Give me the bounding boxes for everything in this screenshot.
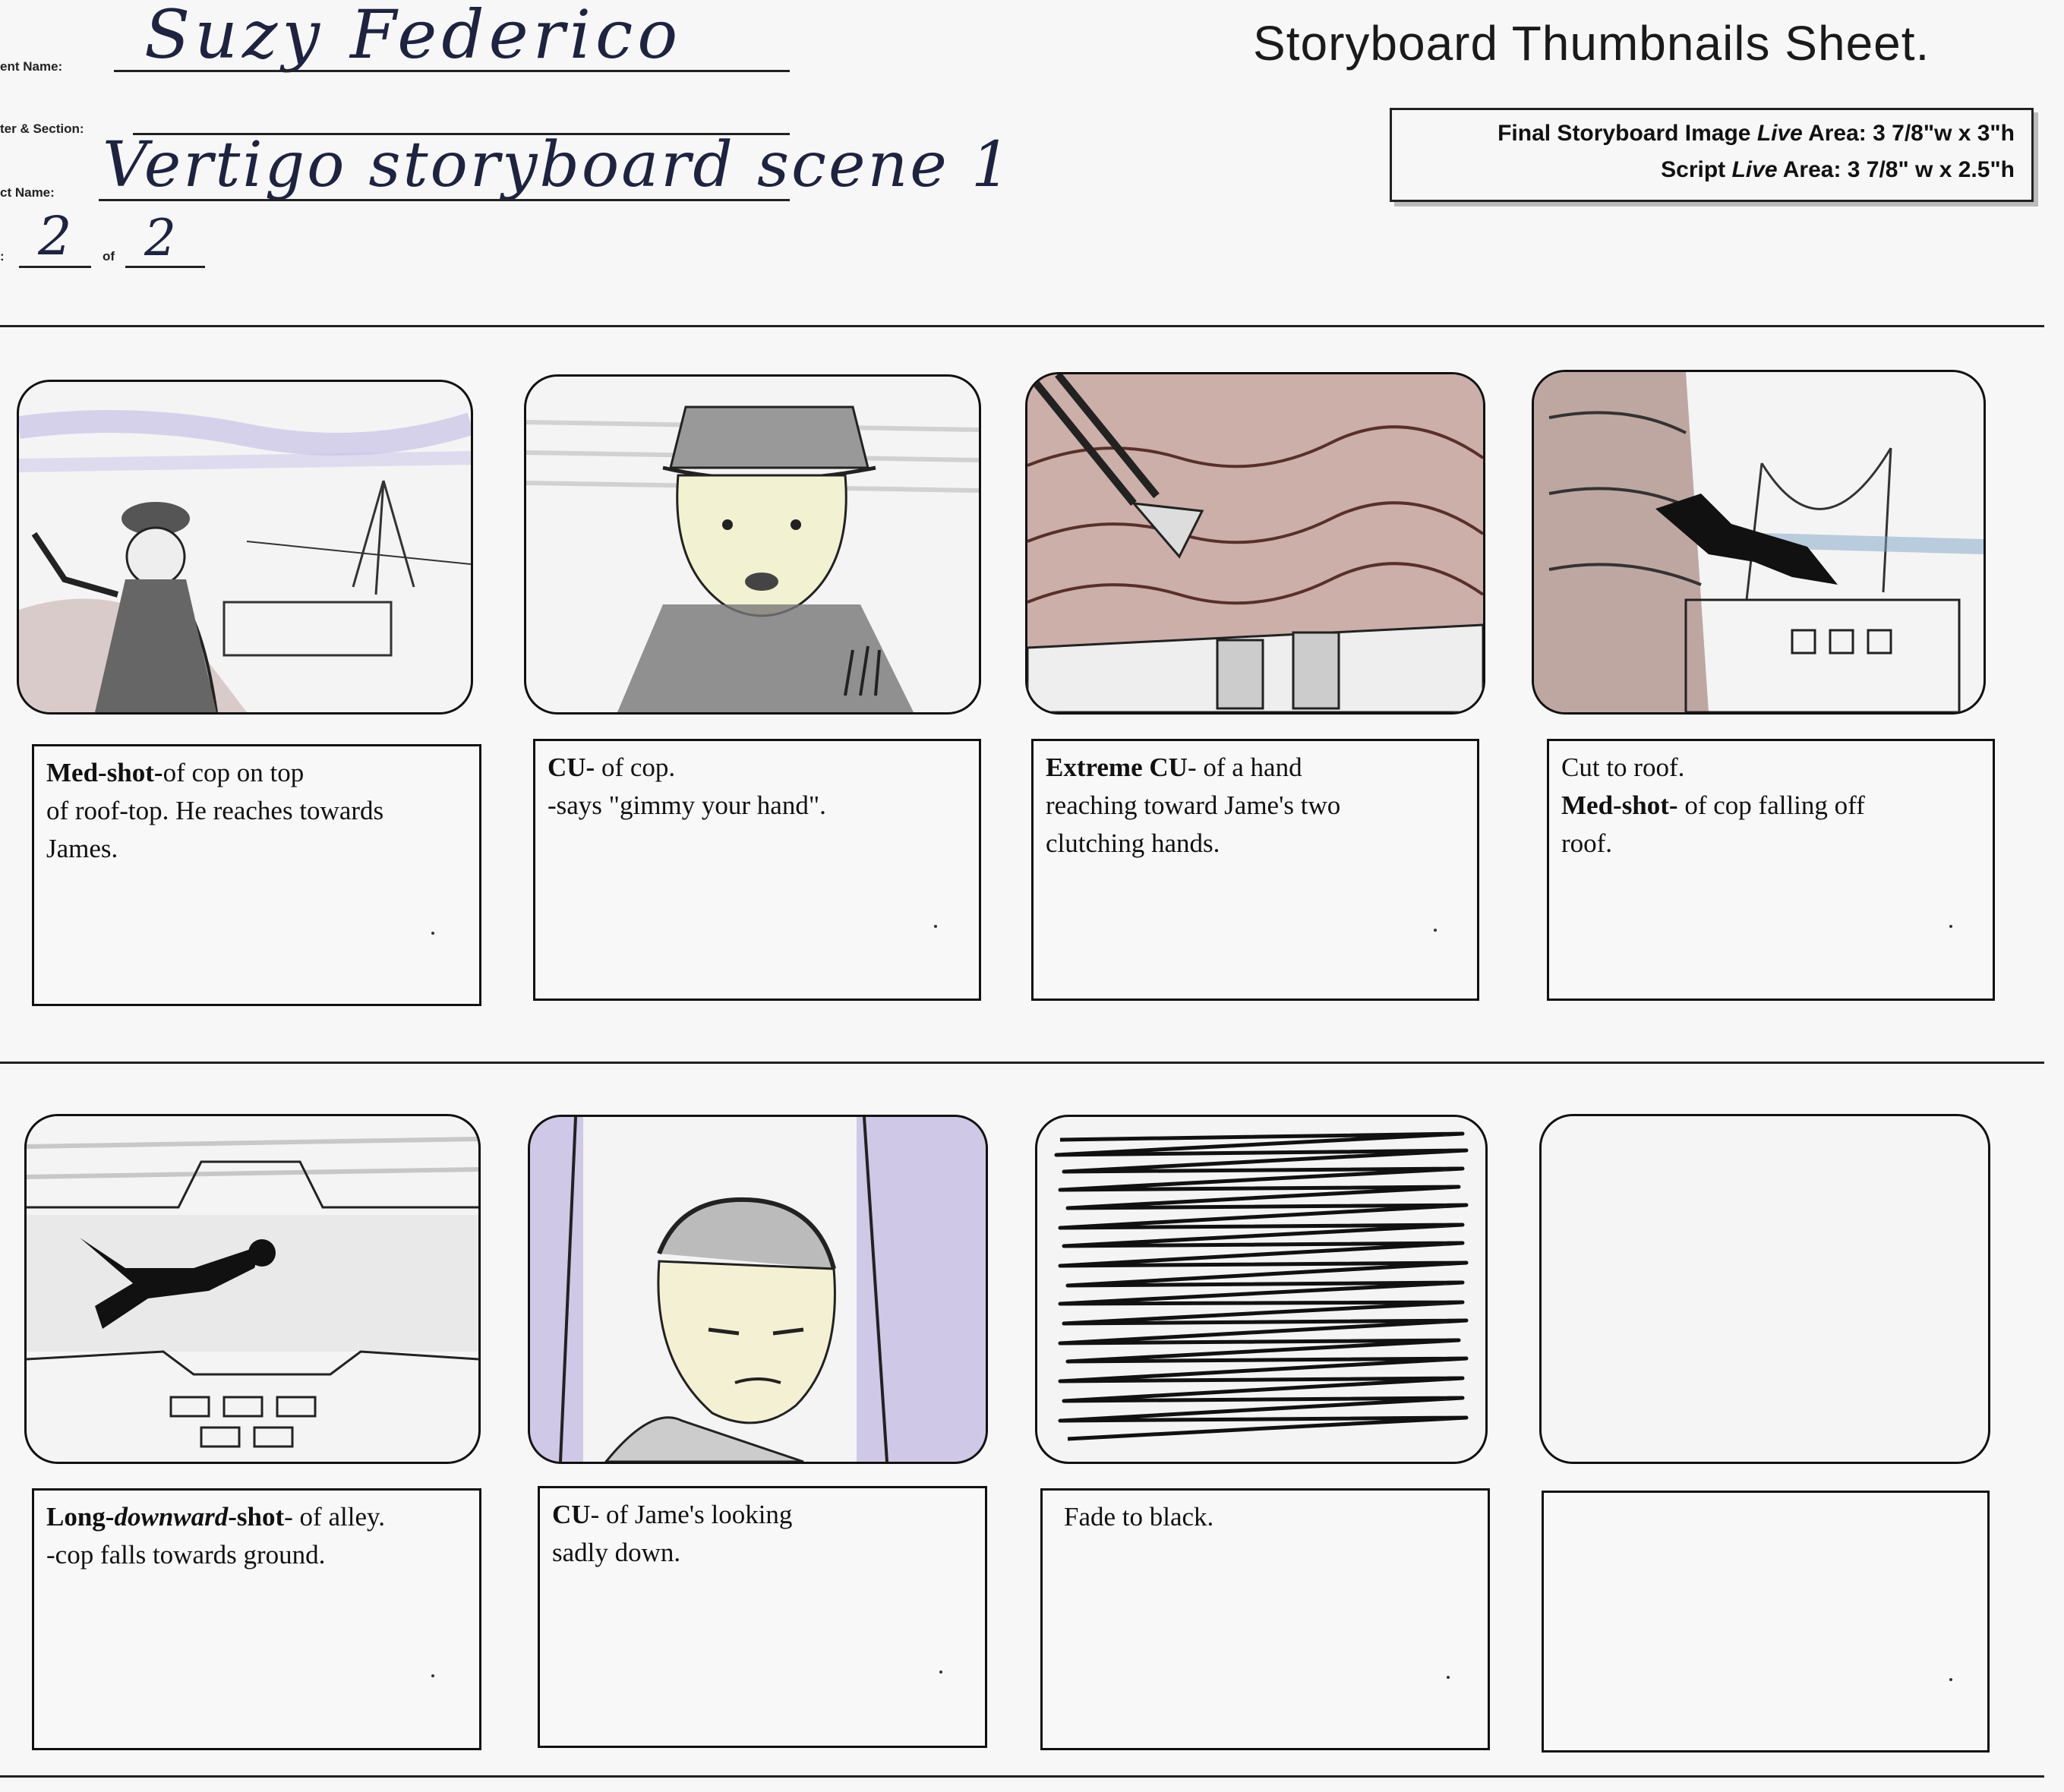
script-live-area: Script Live Area: 3 7/8" w x 2.5"h bbox=[1661, 157, 2015, 182]
panel-5-frame bbox=[24, 1114, 481, 1464]
cop-falling-off-roof-sketch-icon bbox=[1534, 372, 1984, 712]
panel-8-caption bbox=[1542, 1491, 1990, 1753]
live-area-spec-box: Final Storyboard Image Live Area: 3 7/8"… bbox=[1390, 108, 2034, 202]
panel-2-caption: CU- of cop. -says "gimmy your hand". bbox=[533, 739, 981, 1001]
panel-6-caption: CU- of Jame's looking sadly down. bbox=[538, 1486, 987, 1748]
divider-middle bbox=[0, 1062, 2044, 1064]
fade-to-black-scribble-icon bbox=[1054, 1131, 1469, 1441]
hand-reaching-sketch-icon bbox=[1027, 374, 1483, 712]
panel-1-caption: Med-shot-of cop on top of roof-top. He r… bbox=[32, 744, 481, 1006]
scan-dot bbox=[1447, 1676, 1450, 1679]
panel-3-frame bbox=[1025, 372, 1485, 715]
alley-downward-fall-sketch-icon bbox=[27, 1137, 478, 1448]
james-sad-closeup-sketch-icon bbox=[530, 1117, 986, 1462]
project-name-label: ct Name: bbox=[0, 185, 55, 200]
scan-dot bbox=[431, 1674, 434, 1677]
scan-dot bbox=[431, 932, 434, 935]
project-name-underline bbox=[99, 199, 790, 201]
panel-4-caption: Cut to roof. Med-shot- of cop falling of… bbox=[1547, 739, 1995, 1001]
panel-3-caption: Extreme CU- of a hand reaching toward Ja… bbox=[1031, 739, 1479, 1001]
page-total: 2 bbox=[144, 209, 181, 267]
scan-dot bbox=[939, 1671, 942, 1674]
panel-7-caption: Fade to black. bbox=[1040, 1488, 1490, 1750]
sheet-title: Storyboard Thumbnails Sheet. bbox=[1253, 16, 1930, 71]
cop-closeup-sketch-icon bbox=[526, 405, 979, 712]
scan-dot bbox=[934, 925, 937, 928]
panel-2-frame bbox=[524, 374, 981, 715]
page-number: 2 bbox=[38, 205, 77, 267]
student-name-label: ent Name: bbox=[0, 59, 63, 74]
cop-on-rooftop-sketch-icon bbox=[19, 410, 471, 712]
panel-5-caption: Long-downward-shot- of alley. -cop falls… bbox=[32, 1488, 481, 1750]
panel-1-frame bbox=[17, 380, 473, 715]
scan-dot bbox=[1949, 925, 1952, 928]
scan-dot bbox=[1949, 1678, 1952, 1681]
page-number-underline bbox=[19, 266, 91, 268]
student-name-value: Suzy Federico bbox=[144, 0, 683, 74]
scan-dot bbox=[1434, 929, 1437, 932]
panel-8-frame bbox=[1539, 1114, 1990, 1464]
divider-top bbox=[0, 325, 2044, 327]
page-total-underline bbox=[125, 266, 205, 268]
chapter-section-label: ter & Section: bbox=[0, 121, 84, 136]
page-prefix: : bbox=[0, 249, 5, 263]
student-name-underline bbox=[114, 70, 790, 72]
panel-4-frame bbox=[1532, 370, 1986, 715]
panel-7-frame bbox=[1035, 1115, 1488, 1464]
final-image-live-area: Final Storyboard Image Live Area: 3 7/8"… bbox=[1498, 121, 2015, 146]
divider-bottom bbox=[0, 1775, 2044, 1778]
project-name-value: Vertigo storyboard scene 1 bbox=[103, 129, 1014, 201]
panel-6-frame bbox=[528, 1115, 988, 1464]
page-of-label: of bbox=[103, 249, 115, 263]
